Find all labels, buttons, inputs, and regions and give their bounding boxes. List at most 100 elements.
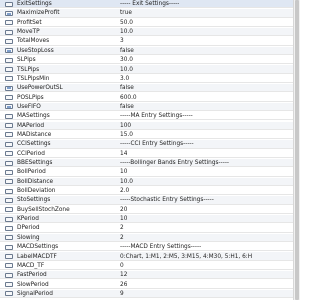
parameter-name: MACD_TF (17, 262, 45, 269)
parameter-row[interactable]: MAPeriod 100 (0, 121, 300, 130)
parameter-value[interactable]: 100 (120, 122, 131, 130)
parameter-value[interactable]: 0:Chart, 1:M1, 2:M5, 3:M15, 4:M30, 5:H1,… (120, 253, 252, 261)
parameter-row[interactable]: DPeriod 2 (0, 224, 300, 233)
parameter-row[interactable]: CCISettings -----CCI Entry Settings----- (0, 140, 300, 149)
parameter-value[interactable]: 50.0 (120, 19, 133, 27)
parameter-value[interactable]: 10.0 (120, 66, 133, 74)
parameter-name: ProfitSet (17, 19, 42, 26)
numeric-parameter-icon (5, 151, 13, 157)
parameter-value[interactable]: false (120, 47, 134, 55)
parameter-row[interactable]: SLPips 30.0 (0, 56, 300, 65)
parameter-value[interactable]: false (120, 84, 134, 92)
parameter-row[interactable]: MACD_TF 0 (0, 262, 300, 271)
parameter-name: DPeriod (17, 225, 40, 232)
parameter-value[interactable]: 30.0 (120, 56, 133, 64)
parameter-row[interactable]: TSLPips 10.0 (0, 65, 300, 74)
parameter-value[interactable]: 0 (120, 262, 124, 270)
parameter-name: UseFIFO (17, 103, 41, 110)
numeric-parameter-icon (5, 1, 13, 7)
parameter-row[interactable]: BBESettings -----Bollinger Bands Entry Se… (0, 158, 300, 168)
parameter-value[interactable]: true (120, 9, 132, 17)
parameter-value[interactable]: 3 (120, 37, 124, 45)
parameter-name: MAPeriod (17, 122, 45, 129)
numeric-parameter-icon (5, 254, 13, 260)
parameter-name: MADistance (17, 131, 52, 138)
flag-parameter-icon (5, 10, 13, 16)
parameter-row[interactable]: UseFIFO false (0, 102, 300, 112)
parameter-value[interactable]: 2.0 (120, 187, 129, 195)
parameter-row[interactable]: StoSettings -----Stochastic Entry Setting… (0, 196, 300, 205)
parameter-name: CCIPeriod (17, 150, 45, 157)
parameter-row[interactable]: TSLPipsMin 3.0 (0, 75, 300, 84)
parameter-value[interactable]: ----- Exit Settings----- (120, 0, 179, 8)
numeric-parameter-icon (5, 207, 13, 213)
parameter-value[interactable]: 600.0 (120, 94, 137, 102)
parameter-row[interactable]: CCIPeriod 14 (0, 150, 300, 158)
parameter-row[interactable]: POSLPips 600.0 (0, 94, 300, 102)
numeric-parameter-icon (5, 29, 13, 35)
parameter-name: TSLPips (17, 66, 40, 73)
parameter-row[interactable]: BollDeviation 2.0 (0, 187, 300, 196)
parameter-row[interactable]: TotalMoves 3 (0, 37, 300, 46)
vertical-scrollbar[interactable] (293, 0, 300, 300)
parameter-value[interactable]: 9 (120, 290, 124, 298)
parameter-name: MACDSettings (17, 244, 59, 251)
parameter-value[interactable]: 14 (120, 150, 127, 158)
parameter-name: BollDeviation (17, 188, 56, 195)
parameter-value[interactable]: -----MACD Entry Settings----- (120, 243, 201, 251)
parameter-row[interactable]: BuySellStochZone 20 (0, 206, 300, 214)
numeric-parameter-icon (5, 132, 13, 138)
parameter-row[interactable]: MADistance 15.0 (0, 131, 300, 140)
numeric-parameter-icon (5, 291, 13, 297)
numeric-parameter-icon (5, 38, 13, 44)
parameter-row[interactable]: KPeriod 10 (0, 215, 300, 224)
parameter-row[interactable]: BollDistance 10.0 (0, 177, 300, 186)
parameter-value[interactable]: false (120, 103, 134, 111)
parameter-value[interactable]: 2 (120, 224, 124, 232)
parameter-row[interactable]: UseStopLoss false (0, 46, 300, 56)
parameter-row[interactable]: BollPeriod 10 (0, 168, 300, 177)
numeric-parameter-icon (5, 95, 13, 101)
parameter-row[interactable]: MoveTP 10.0 (0, 28, 300, 37)
numeric-parameter-icon (5, 67, 13, 73)
parameter-value[interactable]: -----MA Entry Settings----- (120, 112, 193, 120)
parameter-value[interactable]: 26 (120, 281, 127, 289)
numeric-parameter-icon (5, 216, 13, 222)
parameter-name: ExitSettings (17, 1, 52, 8)
parameter-name: SLPips (17, 57, 36, 64)
parameter-value[interactable]: 3.0 (120, 75, 129, 83)
parameter-value[interactable]: 10 (120, 215, 127, 223)
parameter-row[interactable]: MASettings -----MA Entry Settings----- (0, 112, 300, 121)
numeric-parameter-icon (5, 272, 13, 278)
numeric-parameter-icon (5, 197, 13, 203)
parameter-row[interactable]: SignalPeriod 9 (0, 289, 300, 299)
parameter-value[interactable]: -----CCI Entry Settings----- (120, 140, 194, 148)
numeric-parameter-icon (5, 113, 13, 119)
scrollbar-thumb[interactable] (295, 0, 299, 300)
parameter-row[interactable]: MACDSettings -----MACD Entry Settings----… (0, 243, 300, 252)
parameter-value[interactable]: 20 (120, 206, 127, 214)
parameter-name: CCISettings (17, 141, 51, 148)
parameter-row[interactable]: ExitSettings ----- Exit Settings----- (0, 0, 300, 9)
parameter-value[interactable]: 10 (120, 168, 127, 176)
parameter-value[interactable]: 12 (120, 271, 127, 279)
parameter-row[interactable]: MaximizeProfit true (0, 9, 300, 18)
parameter-row[interactable]: ProfitSet 50.0 (0, 19, 300, 27)
parameter-row[interactable]: SlowPeriod 26 (0, 281, 300, 289)
parameter-row[interactable]: FastPeriod 12 (0, 271, 300, 280)
parameter-value[interactable]: 15.0 (120, 131, 133, 139)
parameter-value[interactable]: -----Bollinger Bands Entry Settings----- (120, 159, 229, 167)
parameter-value[interactable]: 10.0 (120, 28, 133, 36)
parameter-row[interactable]: UsePowerOutSL false (0, 84, 300, 93)
parameter-value[interactable]: 10.0 (120, 178, 133, 186)
parameter-row[interactable]: LabelMACDTF 0:Chart, 1:M1, 2:M5, 3:M15, 4… (0, 252, 300, 261)
numeric-parameter-icon (5, 225, 13, 231)
parameter-name: UseStopLoss (17, 47, 54, 54)
parameter-name: MaximizeProfit (17, 10, 60, 17)
parameter-row[interactable]: Slowing 2 (0, 233, 300, 243)
parameter-name: POSLPips (17, 94, 44, 101)
parameter-value[interactable]: 2 (120, 234, 124, 242)
parameter-name: FastPeriod (17, 272, 47, 279)
parameter-value[interactable]: -----Stochastic Entry Settings----- (120, 196, 214, 204)
numeric-parameter-icon (5, 20, 13, 26)
